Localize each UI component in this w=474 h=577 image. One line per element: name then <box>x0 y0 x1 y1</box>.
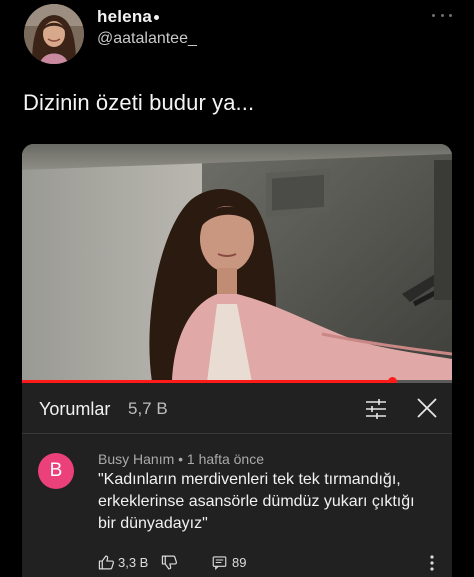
tweet: helena @aatalantee_ Dizinin özeti budur … <box>0 0 474 577</box>
filter-sliders-icon[interactable] <box>364 397 388 421</box>
comment-icon[interactable] <box>212 555 227 570</box>
author-display-name-text[interactable]: helena <box>97 7 152 26</box>
video-frame[interactable] <box>22 144 452 382</box>
comments-count: 5,7 B <box>128 399 168 418</box>
comment-meta: Busy Hanım • 1 hafta önce <box>98 451 264 467</box>
reply-count: 89 <box>232 555 247 570</box>
comment-line: "Kadınların merdivenleri tek tek tırmand… <box>98 471 401 488</box>
profile-photo <box>24 4 84 64</box>
author-display-name[interactable]: helena <box>97 7 160 27</box>
close-icon[interactable] <box>415 396 439 420</box>
more-horizontal-icon[interactable] <box>432 7 452 23</box>
comment-line: erkeklerinse asansörle dümdüz yukarı çık… <box>98 493 415 510</box>
profile-avatar[interactable] <box>24 4 84 64</box>
embedded-media[interactable]: Yorumlar 5,7 B B Busy Hanım • 1 hafta ön… <box>22 144 452 577</box>
comments-title: Yorumlar <box>39 399 111 419</box>
video-still <box>22 144 452 382</box>
thumbs-down-icon[interactable] <box>161 554 178 571</box>
like-count: 3,3 B <box>118 555 149 570</box>
comments-panel-header: Yorumlar 5,7 B <box>22 383 452 431</box>
comment-line: bir dünyadayız" <box>98 515 208 532</box>
more-vertical-icon[interactable] <box>430 555 434 571</box>
thumbs-up-icon[interactable] <box>98 554 115 571</box>
comment-avatar[interactable]: B <box>38 453 74 489</box>
name-dot <box>154 15 160 21</box>
author-handle[interactable]: @aatalantee_ <box>97 30 197 48</box>
panel-divider <box>22 433 452 434</box>
comment-text: "Kadınların merdivenleri tek tek tırmand… <box>98 469 438 535</box>
comments-panel: Yorumlar 5,7 B B Busy Hanım • 1 hafta ön… <box>22 383 452 577</box>
tweet-text: Dizinin özeti budur ya... <box>23 90 255 115</box>
